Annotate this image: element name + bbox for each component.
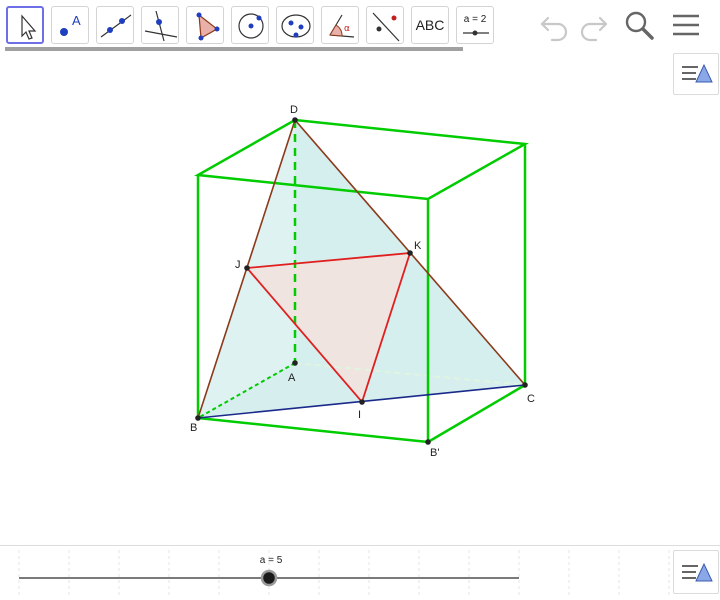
ellipse-icon — [281, 14, 311, 38]
point-k[interactable] — [407, 250, 413, 256]
point-b-prime[interactable] — [425, 439, 431, 445]
point-d[interactable] — [292, 117, 298, 123]
polygon-icon — [196, 12, 220, 41]
point-j[interactable] — [244, 265, 250, 271]
reflect-icon — [372, 12, 400, 42]
arrow-pointer-icon — [21, 14, 37, 40]
circle-tool-button[interactable] — [231, 6, 269, 44]
slider-tool-button[interactable]: a = 2 — [456, 6, 494, 44]
reflect-tool-button[interactable] — [366, 6, 404, 44]
label-a: A — [288, 372, 296, 384]
style-bar-toggle-icon — [682, 63, 713, 83]
style-bar-toggle-icon — [682, 562, 713, 582]
angle-tool-label: α — [344, 24, 350, 34]
point-tool-label: A — [72, 13, 81, 28]
move-tool-button[interactable] — [6, 6, 44, 44]
perpendicular-tool-button[interactable] — [141, 6, 179, 44]
text-tool-button[interactable]: ABC — [411, 6, 449, 44]
polygon-tool-button[interactable] — [186, 6, 224, 44]
point-icon: A — [60, 13, 81, 36]
menu-icon[interactable] — [670, 8, 704, 42]
line-icon — [100, 14, 132, 38]
cube-edge-bottom-front — [197, 416, 429, 444]
text-tool-label: ABC — [415, 17, 445, 33]
label-c: C — [527, 393, 535, 405]
point-c[interactable] — [522, 382, 528, 388]
undo-icon[interactable] — [538, 8, 572, 42]
slider-knob[interactable] — [260, 569, 278, 587]
point-a[interactable] — [292, 360, 298, 366]
label-b-prime: B' — [430, 447, 439, 459]
style-bar-toggle-button[interactable] — [673, 53, 719, 95]
toolbar: A α ABC a = 2 — [0, 0, 720, 52]
toolbar-scroll-indicator — [5, 47, 463, 51]
redo-icon[interactable] — [576, 8, 610, 42]
point-i[interactable] — [359, 399, 365, 405]
slider-panel: a = 5 — [18, 550, 670, 598]
cube-top-face — [193, 118, 530, 201]
slider-icon — [463, 30, 489, 36]
label-i: I — [358, 409, 361, 421]
angle-tool-button[interactable]: α — [321, 6, 359, 44]
perpendicular-line-icon — [144, 10, 178, 42]
label-d: D — [290, 104, 298, 116]
slider-label: a = 5 — [260, 555, 283, 566]
line-tool-button[interactable] — [96, 6, 134, 44]
label-j: J — [235, 259, 241, 271]
graphics-view[interactable]: D A B C B' I J K — [0, 52, 720, 545]
style-bar-toggle-button-bottom[interactable] — [673, 550, 719, 594]
label-k: K — [414, 240, 422, 252]
label-b: B — [190, 422, 197, 434]
angle-icon: α — [329, 14, 355, 38]
conic-tool-button[interactable] — [276, 6, 314, 44]
circle-icon — [238, 13, 264, 39]
point-b[interactable] — [195, 415, 201, 421]
point-tool-button[interactable]: A — [51, 6, 89, 44]
search-icon[interactable] — [622, 8, 656, 42]
